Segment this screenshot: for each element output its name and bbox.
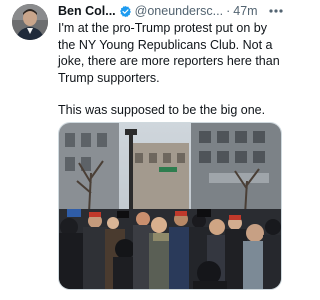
tweet-photo[interactable] xyxy=(58,122,282,290)
separator-dot: · xyxy=(226,4,231,18)
tweet-header: Ben Col... @oneundersc... · 47m xyxy=(58,2,286,20)
verified-badge-icon xyxy=(119,5,132,18)
tweet-paragraph: I'm at the pro-Trump protest put on by t… xyxy=(58,21,280,85)
author-handle[interactable]: @oneundersc... xyxy=(135,2,223,20)
author-name[interactable]: Ben Col... xyxy=(58,2,116,20)
avatar-photo xyxy=(12,4,48,40)
tweet-text: I'm at the pro-Trump protest put on by t… xyxy=(58,20,286,119)
protest-crowd-photo xyxy=(59,123,281,289)
author-avatar[interactable] xyxy=(12,4,48,40)
more-options-icon[interactable] xyxy=(266,2,286,20)
tweet-timestamp[interactable]: 47m xyxy=(233,2,257,20)
tweet-paragraph: This was supposed to be the big one. xyxy=(58,103,266,117)
tweet-card[interactable]: Ben Col... @oneundersc... · 47m I'm at t… xyxy=(0,0,292,300)
